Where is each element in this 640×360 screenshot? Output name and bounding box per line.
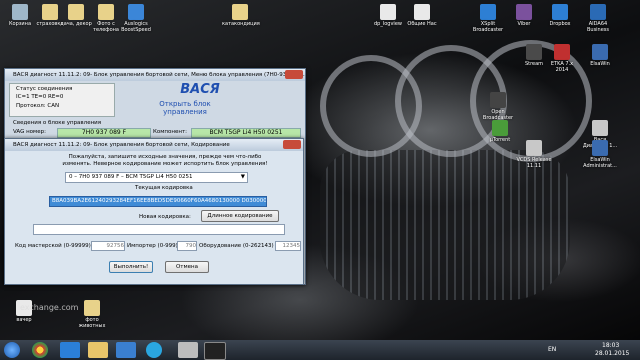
desktop-icon[interactable]: ElsaWin Administrat...	[582, 140, 618, 169]
folder-icon	[42, 4, 58, 20]
desktop-icon-label: XSplit Broadcaster	[472, 21, 504, 33]
chevron-down-icon: ▼	[240, 174, 245, 180]
app-icon	[554, 44, 570, 60]
desktop-icon[interactable]: Viber	[506, 4, 542, 27]
component-label: Компонент:	[153, 129, 188, 135]
folder-icon	[84, 300, 100, 316]
app-icon	[526, 140, 542, 156]
vag-number-field: 7H0 937 089 F	[57, 128, 151, 138]
cancel-button[interactable]: Отмена	[165, 261, 209, 273]
desktop-icon[interactable]: µTorrent	[482, 120, 518, 143]
language-indicator[interactable]: EN	[548, 346, 556, 353]
close-button[interactable]	[285, 70, 303, 79]
close-button[interactable]	[283, 140, 301, 149]
equipment-label: Оборудование (0-262143)	[199, 243, 274, 249]
importer-label: Импортер (0-999)	[127, 243, 178, 249]
desktop-icon-label: VCDS Release 11.11	[516, 157, 552, 169]
file-icon	[380, 4, 396, 20]
app-icon	[592, 44, 608, 60]
desktop-icon-label: ETKA 7.x 2014	[550, 61, 574, 73]
current-coding-field: B8A039BA2E61240293284EF16EE8BED5DE90660F…	[49, 196, 267, 207]
status-panel: Статус соединения IC=1 TE=0 RE=0 Протоко…	[9, 83, 115, 117]
coding-dialog-title[interactable]: ВАСЯ диагност 11.11.2: 09- Блок управлен…	[5, 139, 303, 151]
app-icon	[492, 120, 508, 136]
start-button[interactable]	[4, 342, 20, 358]
taskbar-app-window[interactable]	[204, 342, 226, 360]
app-icon	[590, 4, 606, 20]
desktop-icon[interactable]: фото животных	[74, 300, 110, 329]
new-coding-label: Новая кодировка:	[139, 214, 191, 220]
folder-icon	[98, 4, 114, 20]
status-group-label: Статус соединения	[16, 86, 73, 92]
desktop-icon[interactable]: Общие Нас	[404, 4, 440, 27]
desktop-icon[interactable]: dp_logview	[370, 4, 406, 27]
taskbar: EN 18:03 28.01.2015	[0, 340, 640, 360]
app-icon	[552, 4, 568, 20]
taskbar-app-explorer[interactable]	[88, 342, 108, 358]
desktop-icon[interactable]: VCDS Release 11.11	[516, 140, 552, 169]
desktop-icon[interactable]: катакондиция	[222, 4, 260, 27]
taskbar-app-vasya[interactable]	[178, 342, 198, 358]
desktop-icon-label: фото животных	[78, 317, 106, 329]
desktop-icon-label: Auslogics BoostSpeed	[121, 21, 151, 33]
master-code-label: Код мастерской (0-99999)	[15, 243, 91, 249]
app-icon	[128, 4, 144, 20]
instruction-text: Пожалуйста, запишите исходные значения, …	[62, 154, 268, 167]
desktop-icon[interactable]: XSplit Broadcaster	[470, 4, 506, 33]
desktop: Корзина страховка дача, декор Фото с телефо…	[0, 0, 640, 340]
app-icon	[480, 4, 496, 20]
desktop-icon[interactable]: Auslogics BoostSpeed	[118, 4, 154, 33]
taskbar-app-chrome[interactable]	[32, 342, 48, 358]
execute-button[interactable]: Выполнить!	[109, 261, 153, 273]
brand-logo: ВАСЯ	[180, 82, 220, 97]
status-line: IC=1 TE=0 RE=0	[16, 94, 64, 100]
recycle-bin-icon	[12, 4, 28, 20]
desktop-icon-label: ElsaWin	[590, 61, 610, 67]
desktop-icon-label: вачер	[16, 317, 32, 323]
protocol-label: Протокол: CAN	[16, 103, 60, 109]
desktop-icon-label: ElsaWin Administrat...	[583, 157, 617, 169]
wallpaper-ring	[320, 55, 422, 157]
clock-date[interactable]: 28.01.2015	[595, 350, 629, 357]
desktop-icon-label: µTorrent	[489, 137, 511, 143]
info-group-label: Сведения о блоке управления	[13, 120, 102, 126]
component-field: BCM T5GP Li4 H50 0251	[191, 128, 301, 138]
folder-icon	[232, 4, 248, 20]
importer-field[interactable]: 790	[177, 241, 197, 251]
app-icon	[516, 4, 532, 20]
taskbar-app-skype[interactable]	[146, 342, 162, 358]
app-icon	[490, 92, 506, 108]
controller-select[interactable]: 0 – 7H0 937 089 F – BCM T5GP Li4 H50 025…	[65, 172, 248, 183]
desktop-icon-label: Viber	[517, 21, 531, 27]
app-icon	[526, 44, 542, 60]
master-code-field[interactable]: 92756	[91, 241, 125, 251]
clock-time[interactable]: 18:03	[602, 342, 619, 349]
desktop-icon-label: Общие Нас	[407, 21, 437, 27]
new-coding-input[interactable]	[33, 224, 285, 235]
desktop-icon-label: AIDA64 Business	[586, 21, 610, 33]
current-coding-label: Текущая кодировка	[135, 185, 193, 191]
desktop-icon-label: катакондиция	[222, 21, 260, 27]
coding-dialog: ВАСЯ диагност 11.11.2: 09- Блок управлен…	[4, 138, 304, 285]
desktop-icon-label: Dropbox	[549, 21, 571, 27]
taskbar-app-mail[interactable]	[116, 342, 136, 358]
desktop-icon[interactable]: Open Broadcaster	[480, 92, 516, 121]
vag-label: VAG номер:	[13, 129, 46, 135]
equipment-field[interactable]: 12345	[275, 241, 301, 251]
desktop-icon[interactable]: ETKA 7.x 2014	[544, 44, 580, 73]
folder-icon	[68, 4, 84, 20]
long-coding-button[interactable]: Длинное кодирование	[201, 210, 279, 222]
desktop-icon[interactable]: ElsaWin	[582, 44, 618, 67]
desktop-icon-label: dp_logview	[374, 21, 402, 27]
file-icon	[414, 4, 430, 20]
app-icon	[592, 120, 608, 136]
desktop-icon[interactable]: AIDA64 Business	[580, 4, 616, 33]
desktop-icon[interactable]: Dropbox	[542, 4, 578, 27]
taskbar-app-ie[interactable]	[60, 342, 80, 358]
wallpaper-grille	[320, 150, 570, 300]
watermark: exchange.com	[20, 303, 79, 312]
main-window-title[interactable]: ВАСЯ диагност 11.11.2: 09- Блок управлен…	[5, 69, 305, 81]
app-icon	[592, 140, 608, 156]
brand-subtitle: Открыть блок управления	[159, 100, 211, 116]
